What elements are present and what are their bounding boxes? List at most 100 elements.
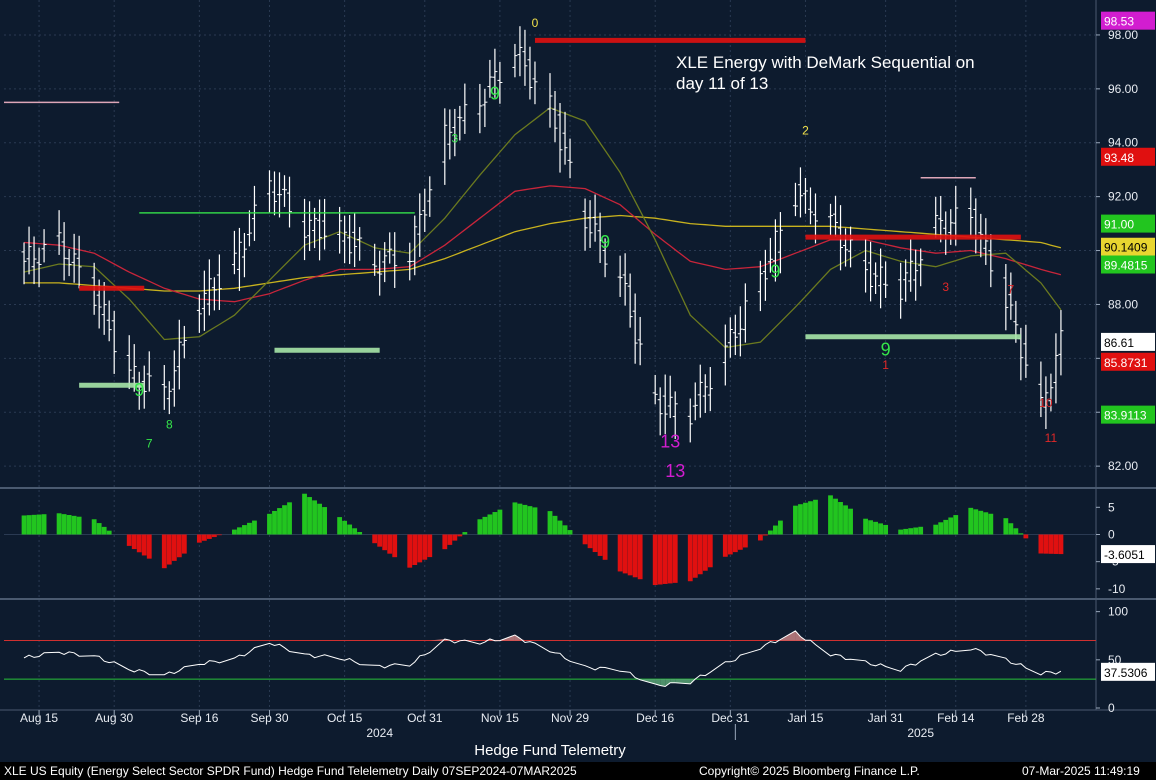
sequential-count-label: 11 — [1045, 431, 1058, 445]
osc-bar — [527, 506, 533, 535]
chart-title-line-2: day 11 of 13 — [676, 74, 768, 93]
osc-bar — [1038, 534, 1044, 554]
osc-bar — [632, 534, 638, 578]
osc-bar — [702, 534, 708, 571]
x-axis-label: Jan 31 — [868, 711, 904, 725]
price-axis-label: 96.00 — [1108, 82, 1138, 96]
osc-bar — [798, 504, 803, 535]
osc-bar — [943, 519, 949, 535]
osc-bar — [978, 510, 984, 535]
osc-bar — [166, 534, 172, 565]
osc-bar — [597, 534, 603, 556]
sequential-count-label: 2 — [802, 124, 809, 138]
price-tag: 90.1409 — [1101, 237, 1155, 256]
footer-bar: XLE US Equity (Energy Select Sector SPDR… — [0, 762, 1156, 780]
sequential-count-label: 9 — [134, 380, 144, 400]
osc-bar — [873, 521, 878, 535]
price-tag-label: 90.1409 — [1104, 241, 1148, 255]
price-tag-label: 83.9113 — [1104, 409, 1147, 423]
osc-bar — [357, 532, 363, 535]
osc-bar — [913, 527, 919, 535]
footer-description: XLE US Equity (Energy Select Sector SPDR… — [4, 764, 577, 778]
osc-bar — [146, 534, 152, 559]
osc-bar — [878, 523, 884, 535]
osc-bar — [287, 502, 292, 535]
osc-bar — [272, 510, 277, 535]
osc-bar — [302, 493, 307, 535]
osc-bar — [412, 534, 418, 566]
osc-bar — [532, 507, 538, 535]
sequential-count-label: 9 — [490, 84, 500, 104]
osc-bar — [547, 511, 553, 535]
osc-bar — [242, 525, 247, 535]
price-axis-label: 88.00 — [1108, 297, 1138, 311]
osc-bar — [377, 534, 383, 547]
price-tag-label: 91.00 — [1104, 218, 1134, 232]
osc-bar — [627, 534, 633, 576]
osc-bar — [277, 508, 282, 535]
osc-bar — [347, 524, 353, 535]
osc-bar — [828, 495, 833, 535]
osc-bar — [387, 534, 393, 554]
osc-bar — [1023, 534, 1029, 539]
osc-bar — [206, 534, 212, 539]
rsi-axis-label: 0 — [1108, 701, 1115, 715]
osc-bar — [337, 517, 343, 535]
price-tag: 89.4815 — [1101, 255, 1155, 274]
osc-bar — [211, 534, 217, 538]
rsi-last-tag: 37.5306 — [1101, 662, 1155, 681]
sequential-count-label: 9 — [600, 232, 610, 252]
osc-bar — [452, 534, 458, 541]
x-axis-label: Oct 15 — [327, 711, 363, 725]
sequential-count-label: 13 — [660, 431, 680, 451]
osc-bar — [407, 534, 413, 568]
osc-bar — [26, 515, 32, 535]
osc-bar — [908, 528, 914, 535]
osc-bar — [833, 498, 838, 535]
osc-bar — [96, 523, 102, 535]
footer-copyright: Copyright© 2025 Bloomberg Finance L.P. — [699, 764, 920, 778]
rsi-last-tag-label: 37.5306 — [1104, 666, 1148, 680]
osc-bar — [201, 534, 207, 541]
osc-bar — [71, 515, 77, 535]
osc-bar — [417, 534, 423, 563]
osc-bar — [1003, 518, 1009, 535]
sequential-count-label: 9 — [770, 261, 780, 281]
osc-bar — [672, 534, 678, 583]
chart-svg: 987390913139291371011 82.0084.0086.0088.… — [0, 0, 1156, 762]
osc-bar — [1008, 523, 1014, 535]
osc-bar — [757, 534, 763, 541]
osc-bar — [517, 503, 523, 535]
price-axis-label: 92.00 — [1108, 190, 1138, 204]
osc-bar — [948, 517, 954, 535]
price-axis-label: 82.00 — [1108, 459, 1138, 473]
osc-bar — [91, 519, 97, 535]
sequential-count-label: 8 — [166, 417, 173, 431]
osc-bar — [863, 518, 868, 535]
osc-bar — [522, 504, 528, 535]
osc-bar — [617, 534, 623, 572]
osc-bar — [778, 520, 783, 535]
osc-axis-label: 5 — [1108, 500, 1115, 514]
osc-bar — [382, 534, 388, 551]
sequential-count-label: 13 — [665, 461, 685, 481]
sequential-count-label: 7 — [146, 436, 153, 450]
osc-bar — [352, 528, 358, 535]
sequential-count-label: 3 — [451, 132, 458, 146]
x-axis-label: Dec 16 — [636, 711, 674, 725]
osc-axis-label: 0 — [1108, 527, 1115, 541]
osc-bar — [181, 534, 187, 554]
osc-bar — [282, 505, 287, 535]
osc-bar — [427, 534, 433, 558]
osc-bar — [582, 534, 588, 545]
chart-root: 987390913139291371011 82.0084.0086.0088.… — [0, 0, 1156, 780]
osc-bar — [557, 520, 563, 535]
sequential-count-label: 10 — [1039, 396, 1053, 410]
osc-bar — [602, 534, 608, 560]
sequential-count-label: 9 — [881, 340, 891, 360]
osc-bar — [36, 514, 42, 535]
osc-bar — [973, 509, 979, 535]
x-axis-label: Sep 30 — [250, 711, 288, 725]
price-tag-label: 98.53 — [1104, 15, 1134, 29]
x-axis-year-label: 2025 — [907, 726, 934, 740]
